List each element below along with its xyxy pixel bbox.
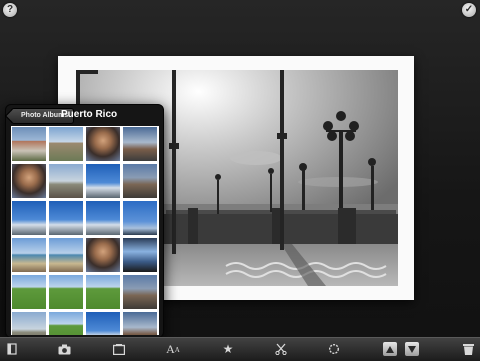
- text-icon[interactable]: AA: [164, 342, 182, 356]
- photo-thumbnail[interactable]: [123, 238, 157, 272]
- arrow-up-icon: [386, 345, 394, 353]
- photo-thumbnail[interactable]: [12, 312, 46, 335]
- photo-thumbnail[interactable]: [123, 275, 157, 309]
- photo-thumbnail[interactable]: [12, 275, 46, 309]
- album-title: Puerto Rico: [61, 109, 118, 120]
- camera-icon[interactable]: [57, 342, 71, 356]
- photo-thumbnail[interactable]: [12, 164, 46, 198]
- photo-thumbnail[interactable]: [86, 201, 120, 235]
- star-icon[interactable]: ★: [221, 342, 235, 356]
- frame-icon[interactable]: [112, 342, 126, 356]
- photo-thumbnail[interactable]: [123, 127, 157, 161]
- photo-thumbnail[interactable]: [49, 127, 83, 161]
- photo-thumbnail[interactable]: [86, 312, 120, 335]
- photo-albums-popover: Photo Albums Puerto Rico: [5, 104, 164, 338]
- rotate-icon[interactable]: [327, 342, 341, 356]
- photo-thumbnail[interactable]: [86, 164, 120, 198]
- arrow-down-button[interactable]: [405, 342, 419, 356]
- arrow-up-button[interactable]: [383, 342, 397, 356]
- photo-thumbnail[interactable]: [49, 312, 83, 335]
- photo-thumbnail[interactable]: [86, 127, 120, 161]
- photo-thumbnail[interactable]: [49, 164, 83, 198]
- popover-header: Photo Albums Puerto Rico: [6, 105, 163, 125]
- photo-thumbnail[interactable]: [123, 164, 157, 198]
- info-button[interactable]: ?: [3, 3, 17, 17]
- scissors-icon[interactable]: [274, 342, 288, 356]
- thumbnail-grid: [11, 126, 159, 335]
- page-icon[interactable]: [5, 342, 19, 356]
- done-button[interactable]: ✓: [462, 3, 476, 17]
- photo-thumbnail[interactable]: [12, 127, 46, 161]
- photo-thumbnail[interactable]: [49, 275, 83, 309]
- photo-thumbnail[interactable]: [12, 238, 46, 272]
- bottom-toolbar: AA ★: [0, 337, 480, 361]
- photo-thumbnail[interactable]: [86, 238, 120, 272]
- trash-icon[interactable]: [461, 342, 475, 356]
- photo-thumbnail[interactable]: [12, 201, 46, 235]
- info-icon: ?: [6, 4, 14, 15]
- arrow-down-icon: [408, 345, 416, 353]
- photo-thumbnail[interactable]: [123, 201, 157, 235]
- photo-thumbnail[interactable]: [86, 275, 120, 309]
- photo-thumbnail[interactable]: [49, 238, 83, 272]
- photo-thumbnail[interactable]: [123, 312, 157, 335]
- checkmark-icon: ✓: [464, 4, 474, 15]
- photo-thumbnail[interactable]: [49, 201, 83, 235]
